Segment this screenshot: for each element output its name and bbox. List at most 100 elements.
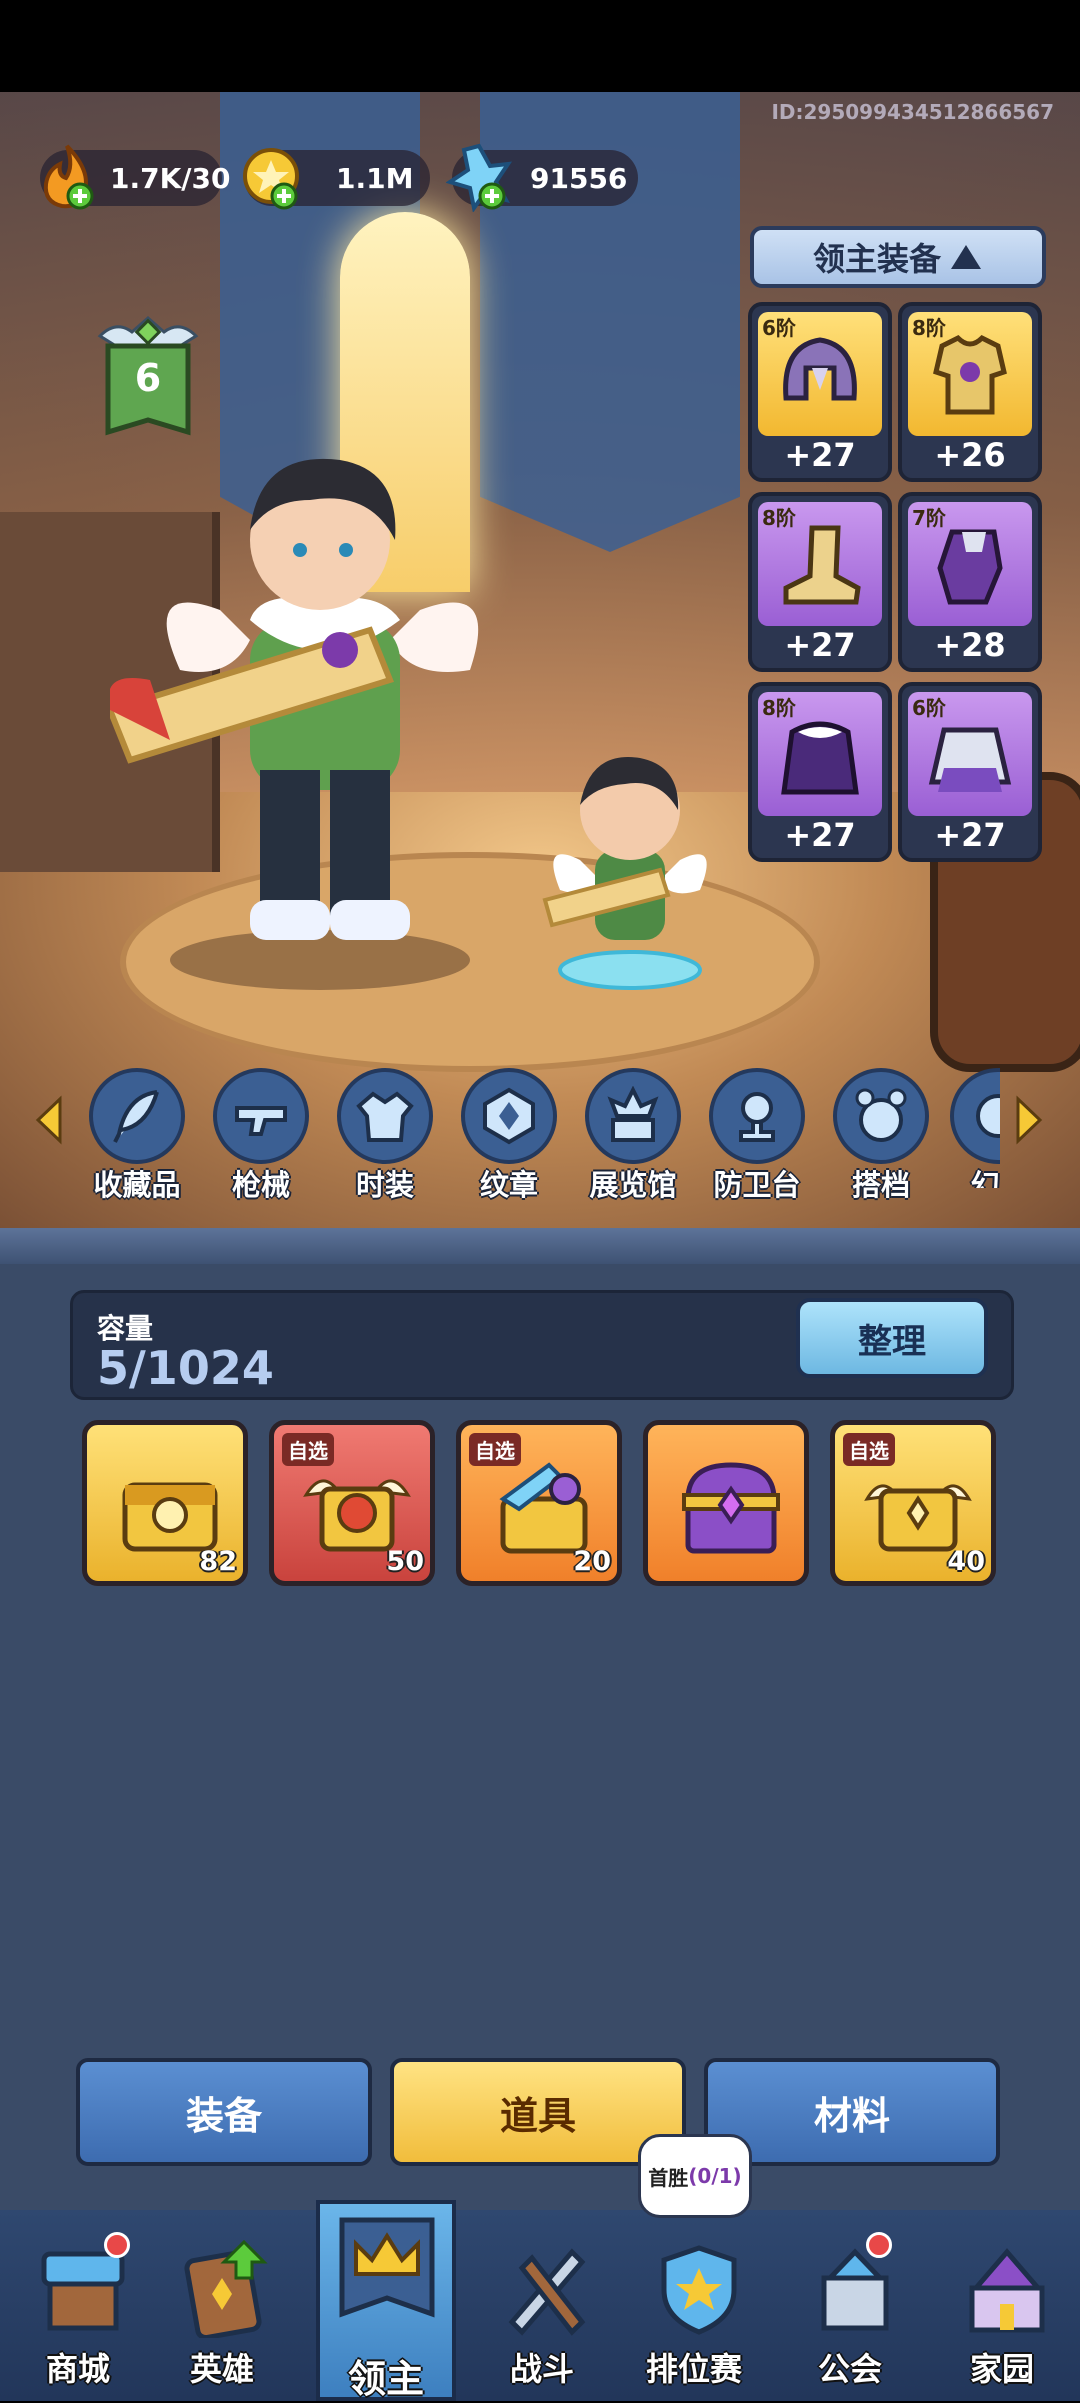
category-defense-tower[interactable]: 防卫台 — [702, 1068, 812, 1202]
home-palace-icon — [969, 2248, 1045, 2333]
inventory-item[interactable]: 自选 40 — [830, 1420, 996, 1586]
optional-tag: 自选 — [843, 1433, 895, 1466]
nav-shop[interactable]: 商城 — [8, 2218, 148, 2398]
partner-icon — [855, 1088, 907, 1142]
energy-value: 1.7K/30 — [110, 161, 231, 195]
nav-ranked[interactable]: 排位赛 — [624, 2218, 764, 2398]
inventory-item[interactable]: 自选 50 — [269, 1420, 435, 1586]
first-win-progress: (0/1) — [688, 2164, 742, 2188]
slot-bonus: +27 — [784, 816, 856, 854]
category-guns[interactable]: 枪械 — [206, 1068, 316, 1202]
player-id: ID:2950994345128665​67 — [771, 100, 1054, 124]
slot-bonus: +27 — [784, 436, 856, 474]
category-label: 时装 — [355, 1168, 414, 1202]
helmet-icon — [783, 337, 857, 401]
category-fashion[interactable]: 时装 — [330, 1068, 440, 1202]
emblem-icon — [483, 1087, 535, 1145]
nav-label: 公会 — [817, 2350, 882, 2388]
category-exhibit-hall[interactable]: 展览馆 — [578, 1068, 688, 1202]
equip-slot-skirt[interactable]: 6阶 +27 — [898, 682, 1042, 862]
blue-crystal-icon — [446, 143, 512, 212]
category-collectibles[interactable]: 收藏品 — [82, 1068, 192, 1202]
equip-slot-gauntlet[interactable]: 7阶 +28 — [898, 492, 1042, 672]
nav-home[interactable]: 家园 — [932, 2218, 1072, 2398]
equip-slot-boots[interactable]: 8阶 +27 — [748, 492, 892, 672]
category-label: 防卫台 — [713, 1168, 801, 1202]
category-icon-frame — [89, 1068, 185, 1164]
skirt-icon — [928, 727, 1012, 792]
feather-icon — [113, 1090, 159, 1143]
cape-icon — [781, 721, 859, 795]
slot-bonus: +28 — [934, 626, 1006, 664]
status-bar — [0, 0, 1080, 92]
category-label: 搭档 — [851, 1168, 910, 1202]
category-label: 纹章 — [479, 1168, 538, 1202]
nav-heroes[interactable]: 英雄 — [152, 2218, 292, 2398]
category-icon-frame — [337, 1068, 433, 1164]
purple-treasure-chest-icon — [682, 1462, 780, 1554]
lord-level-value: 6 — [134, 356, 162, 400]
energy-counter[interactable]: 1.7K/30 — [40, 144, 231, 210]
optional-tag: 自选 — [282, 1433, 334, 1466]
capacity-value: 5/1024 — [97, 1341, 274, 1395]
turret-icon — [739, 1092, 775, 1142]
gauntlet-icon — [937, 529, 1003, 605]
nav-label: 商城 — [45, 2350, 110, 2388]
crystal-value: 91556 — [530, 161, 628, 195]
nav-guild[interactable]: 公会 — [780, 2218, 920, 2398]
category-label: 幻 — [970, 1168, 1000, 1188]
category-label: 收藏品 — [93, 1168, 181, 1202]
nav-label: 家园 — [969, 2350, 1034, 2388]
equip-slot-helmet[interactable]: 6阶 +27 — [748, 302, 892, 482]
lord-chibi-character[interactable] — [540, 700, 720, 1000]
equip-slot-cape[interactable]: 8阶 +27 — [748, 682, 892, 862]
category-label: 枪械 — [231, 1168, 290, 1202]
category-emblem[interactable]: 纹章 — [454, 1068, 564, 1202]
first-win-label: 首胜 — [648, 2165, 689, 2190]
illusion-icon — [976, 1094, 1000, 1138]
boots-icon — [783, 525, 861, 605]
item-count: 20 — [573, 1546, 611, 1577]
category-partner[interactable]: 搭档 — [826, 1068, 936, 1202]
category-icon-frame — [461, 1068, 557, 1164]
slot-bonus: +27 — [934, 816, 1006, 854]
category-icon-frame — [833, 1068, 929, 1164]
equip-slot-armor[interactable]: 8阶 +26 — [898, 302, 1042, 482]
nav-label: 战斗 — [509, 2350, 574, 2388]
item-count: 50 — [386, 1546, 424, 1577]
gold-counter[interactable]: 1.1M — [243, 148, 430, 210]
nav-label: 排位赛 — [645, 2350, 742, 2388]
flame-energy-icon — [43, 144, 94, 210]
nav-label: 英雄 — [189, 2350, 254, 2388]
category-illusion[interactable]: 幻 — [950, 1068, 1000, 1188]
lord-level-badge[interactable]: 6 — [96, 312, 200, 442]
nav-lord[interactable]: 领主 — [316, 2200, 456, 2401]
item-count: 82 — [199, 1546, 237, 1577]
hero-card-icon — [184, 2239, 268, 2338]
lord-equipment-title: 领主装备 — [812, 240, 941, 278]
category-icon-frame — [709, 1068, 805, 1164]
category-label: 展览馆 — [589, 1168, 677, 1202]
carousel-right-arrow-icon[interactable] — [1014, 1095, 1044, 1145]
slot-bonus: +26 — [934, 436, 1006, 474]
notification-badge — [104, 2232, 130, 2258]
carousel-left-arrow-icon[interactable] — [34, 1095, 64, 1145]
sort-button[interactable]: 整理 — [796, 1298, 988, 1378]
category-icon-frame — [213, 1068, 309, 1164]
first-win-tooltip: 首胜 (0/1) — [638, 2134, 752, 2218]
inventory-item[interactable]: 82 — [82, 1420, 248, 1586]
lord-equipment-toggle[interactable]: 领主装备 — [750, 226, 1046, 288]
lord-character[interactable] — [110, 380, 530, 1000]
tab-equipment[interactable]: 装备 — [76, 2058, 372, 2166]
crystal-counter[interactable]: 91556 — [446, 143, 638, 212]
panel-divider — [0, 1228, 1080, 1264]
item-count: 40 — [947, 1546, 985, 1577]
exhibit-hall-icon — [607, 1086, 659, 1142]
inventory-item[interactable]: 自选 20 — [456, 1420, 622, 1586]
inventory-item[interactable] — [643, 1420, 809, 1586]
notification-badge — [866, 2232, 892, 2258]
lord-crown-icon — [339, 2217, 435, 2318]
ranked-shield-icon — [661, 2245, 737, 2335]
nav-battle[interactable]: 战斗 — [472, 2218, 612, 2398]
armor-icon — [933, 334, 1007, 415]
